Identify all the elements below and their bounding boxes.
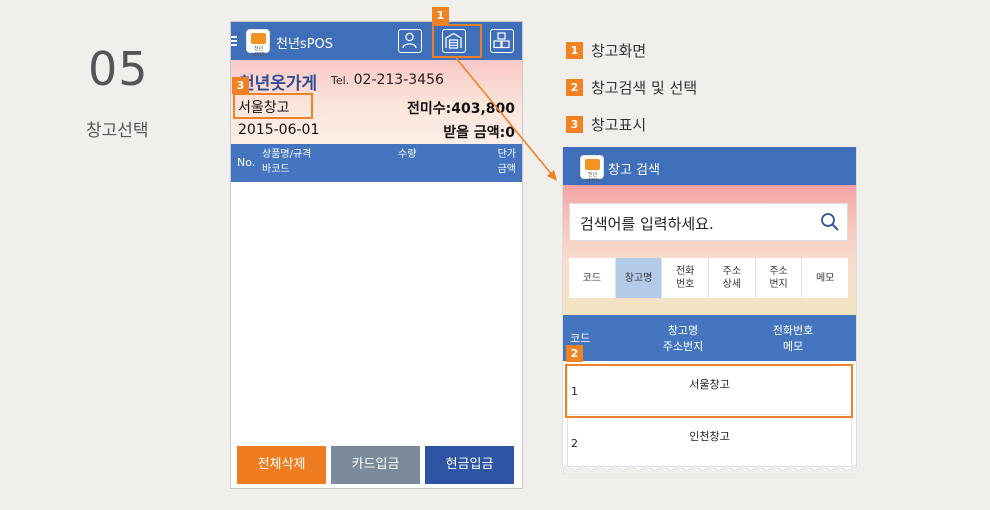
col-phone: 전화번호 <box>772 324 814 337</box>
torn-edge <box>563 465 856 475</box>
tab-warehouse-name[interactable]: 창고명 <box>615 258 662 298</box>
col-memo: 메모 <box>782 340 804 353</box>
tab-address-detail[interactable]: 주소 상세 <box>709 258 755 298</box>
search-placeholder: 검색어를 입력하세요. <box>580 215 714 233</box>
legend-item-1: 1 창고화면 <box>566 40 646 60</box>
tab-address-number[interactable]: 주소 번지 <box>755 258 802 298</box>
warehouse-search-screen: 천년sPOS 창고 검색 검색어를 입력하세요. 코드 창고명 전화 번호 주소 상… <box>563 147 856 475</box>
phone2-border-right <box>856 147 857 467</box>
row-name: 인천창고 <box>689 430 730 443</box>
search-title: 창고 검색 <box>608 163 660 178</box>
callout-badge-2: 2 <box>566 345 583 362</box>
search-icon[interactable] <box>820 212 840 232</box>
legend-item-2: 2 창고검색 및 선택 <box>566 77 697 97</box>
col-warehouse-name: 창고명 <box>667 324 699 337</box>
search-input[interactable]: 검색어를 입력하세요. <box>569 203 848 241</box>
warehouse-row[interactable]: 2 인천창고 <box>567 417 852 467</box>
search-field-tabs: 코드 창고명 전화 번호 주소 상세 주소 번지 메모 <box>569 258 849 298</box>
legend-item-3: 3 창고표시 <box>566 114 646 134</box>
callout-box-2 <box>565 364 853 418</box>
tab-code[interactable]: 코드 <box>569 258 615 298</box>
col-code: 코드 <box>570 332 591 345</box>
search-app-bar: 천년sPOS 창고 검색 <box>563 147 856 185</box>
tab-phone[interactable]: 전화 번호 <box>662 258 709 298</box>
phone2-border-left <box>562 147 563 467</box>
col-address-number: 주소번지 <box>662 340 704 353</box>
app-logo: 천년sPOS <box>580 155 604 184</box>
tab-memo[interactable]: 메모 <box>802 258 849 298</box>
warehouse-table-header: 코드 창고명 주소번지 전화번호 메모 <box>563 315 856 361</box>
